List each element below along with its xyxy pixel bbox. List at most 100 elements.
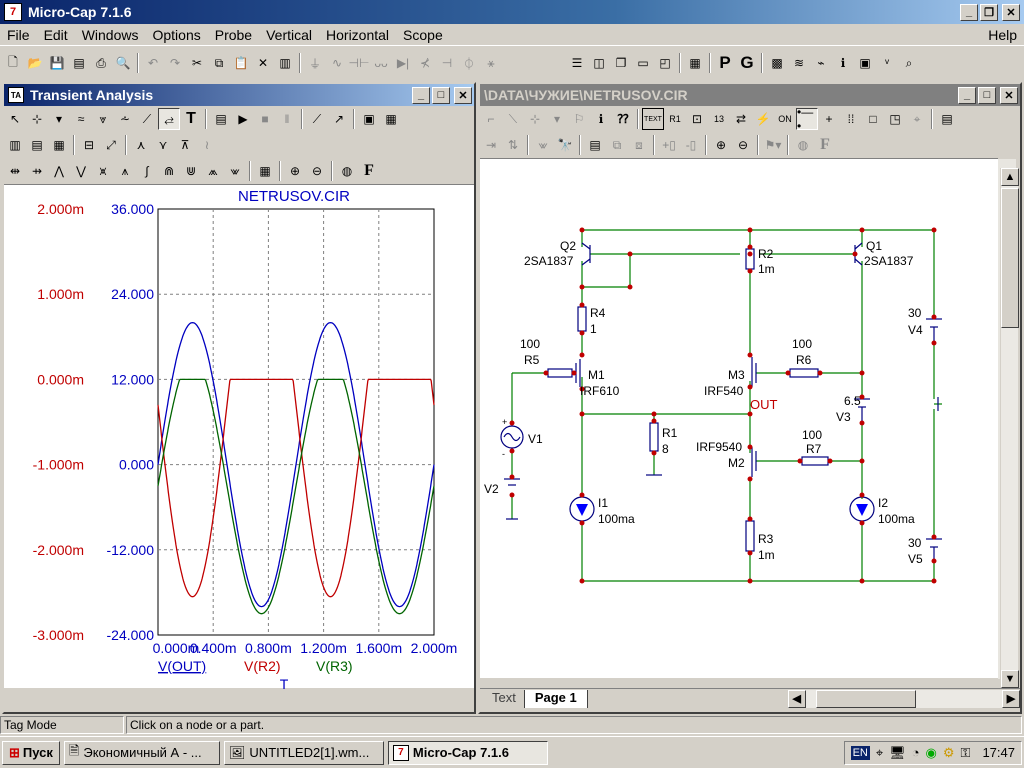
run-icon[interactable]: ▶ — [232, 108, 254, 130]
close-button[interactable]: ✕ — [1002, 3, 1020, 21]
schematic-minimize-button[interactable]: _ — [958, 86, 976, 104]
tab-text[interactable]: Text — [480, 689, 525, 708]
current-icon[interactable]: ⇄ — [730, 108, 752, 130]
menu-windows[interactable]: Windows — [75, 27, 146, 43]
inductor-icon[interactable]: ᴗᴗ — [370, 52, 392, 74]
font-icon[interactable]: F — [814, 134, 836, 156]
scroll-down-button[interactable]: ▼ — [1001, 670, 1019, 688]
speaker-icon[interactable]: ◔ — [912, 745, 920, 760]
menu-options[interactable]: Options — [145, 27, 207, 43]
peak-find-icon[interactable]: ⋀ — [48, 160, 70, 182]
window-icon[interactable]: ▭ — [632, 52, 654, 74]
node-select-icon[interactable]: ⊹ — [26, 108, 48, 130]
save-all-icon[interactable]: ▤ — [68, 52, 90, 74]
wire-mode-icon[interactable]: ⌐ — [480, 108, 502, 130]
top-icon[interactable]: ⩕ — [202, 160, 224, 182]
select-arrow-icon[interactable]: ↖ — [4, 108, 26, 130]
frame-icon[interactable]: ▣ — [358, 108, 380, 130]
capacitor-icon[interactable]: ⊣⊢ — [348, 52, 370, 74]
cascade-icon[interactable]: ❐ — [610, 52, 632, 74]
info-icon[interactable]: ℹ — [590, 108, 612, 130]
scale-auto-icon[interactable]: ⤢ — [100, 134, 122, 156]
flag-dropdown-icon[interactable]: ⚑▾ — [762, 134, 784, 156]
open-icon[interactable]: 📂 — [24, 52, 46, 74]
transient-minimize-button[interactable]: _ — [412, 86, 430, 104]
remove-page-icon[interactable]: -▯ — [680, 134, 702, 156]
undo-icon[interactable]: ↶ — [142, 52, 164, 74]
pause-icon[interactable]: ‖ — [276, 108, 298, 130]
zoom-in-icon[interactable]: ⊕ — [284, 160, 306, 182]
line-arrow-icon[interactable]: ↗ — [328, 108, 350, 130]
grid-icon[interactable]: ▩ — [766, 52, 788, 74]
on-state-icon[interactable]: ON — [774, 108, 796, 130]
zoom-in-icon[interactable]: ⊕ — [710, 134, 732, 156]
new-icon[interactable]: 🗋 — [2, 52, 24, 74]
menu-edit[interactable]: Edit — [37, 27, 75, 43]
info-icon[interactable]: ℹ — [832, 52, 854, 74]
stack-icon[interactable]: ⩪ — [114, 108, 136, 130]
cursor-left-icon[interactable]: ⇹ — [4, 160, 26, 182]
task-economic[interactable]: 🗎 Экономичный А - ... — [63, 740, 220, 765]
paste-icon[interactable]: 📋 — [230, 52, 252, 74]
rotate-icon[interactable]: ⇥ — [480, 134, 502, 156]
scroll-thumb[interactable] — [1001, 188, 1019, 328]
source-icon[interactable]: ⏀ — [458, 52, 480, 74]
tag-mode-icon[interactable]: ⥄ — [158, 108, 180, 130]
low-find-icon[interactable]: ⩚ — [114, 160, 136, 182]
find-icon[interactable]: ⌕ — [898, 52, 920, 74]
grid-lines-icon[interactable]: ▥ — [4, 134, 26, 156]
calculator-icon[interactable]: ▦ — [684, 52, 706, 74]
power-icon[interactable]: ⚡ — [752, 108, 774, 130]
transient-maximize-button[interactable]: □ — [432, 86, 450, 104]
green-app-icon[interactable]: ◉ — [926, 745, 937, 761]
flag-icon[interactable]: ⚐ — [568, 108, 590, 130]
valley-icon[interactable]: ⋎ — [152, 134, 174, 156]
scale-icon[interactable]: ≈ — [70, 108, 92, 130]
find-icon[interactable]: 🔭 — [554, 134, 576, 156]
cursor-right-icon[interactable]: ⇸ — [26, 160, 48, 182]
check-icon[interactable]: ▣ — [854, 52, 876, 74]
properties-icon[interactable]: ▤ — [936, 108, 958, 130]
task-untitled[interactable]: 🖼 UNTITLED2[1].wm... — [223, 740, 384, 765]
menu-file[interactable]: File — [0, 27, 37, 43]
cut-icon[interactable]: ✂ — [186, 52, 208, 74]
grid-rows-icon[interactable]: ▤ — [26, 134, 48, 156]
table-icon[interactable]: ▦ — [254, 160, 276, 182]
global-low-icon[interactable]: ⋓ — [180, 160, 202, 182]
save-icon[interactable]: 💾 — [46, 52, 68, 74]
g-button[interactable]: G — [736, 52, 758, 74]
minimize-button[interactable]: _ — [960, 3, 978, 21]
page-icon[interactable]: ▤ — [584, 134, 606, 156]
library-icon[interactable]: ᵛ — [876, 52, 898, 74]
grid-toggle-icon[interactable]: ▦ — [380, 108, 402, 130]
restore-button[interactable]: ❐ — [980, 3, 998, 21]
transient-close-button[interactable]: ✕ — [454, 86, 472, 104]
valley-find-icon[interactable]: ⋁ — [70, 160, 92, 182]
scroll-up-button[interactable]: ▲ — [1001, 168, 1019, 186]
monitor-icon[interactable]: 🖥 — [889, 745, 906, 761]
wire-icon[interactable]: ⚹ — [480, 52, 502, 74]
tile-horizontal-icon[interactable]: ☰ — [566, 52, 588, 74]
grid-cols-icon[interactable]: ▦ — [48, 134, 70, 156]
low-icon[interactable]: ≀ — [196, 134, 218, 156]
diode-icon[interactable]: ▶| — [392, 52, 414, 74]
global-high-icon[interactable]: ⋒ — [158, 160, 180, 182]
dots-grid-icon[interactable]: ⁞⁞ — [840, 108, 862, 130]
clear-icon[interactable]: ▥ — [274, 52, 296, 74]
high-find-icon[interactable]: ⩙ — [92, 160, 114, 182]
zoom-out-icon[interactable]: ⊖ — [732, 134, 754, 156]
scroll-right-button[interactable]: ▶ — [1002, 689, 1020, 708]
menu-help[interactable]: Help — [981, 27, 1024, 43]
line-icon[interactable]: ⟋ — [306, 108, 328, 130]
properties-icon[interactable]: ▤ — [210, 108, 232, 130]
waveform-icon[interactable]: ⩔ — [92, 108, 114, 130]
add-page-icon[interactable]: +▯ — [658, 134, 680, 156]
paste-block-icon[interactable]: ⧈ — [628, 134, 650, 156]
hscroll-thumb[interactable] — [815, 689, 916, 708]
start-button[interactable]: ⊞ Пуск — [2, 740, 60, 765]
cross-icon[interactable]: + — [818, 108, 840, 130]
color-icon[interactable]: ◍ — [336, 160, 358, 182]
network-icon[interactable]: ⌖ — [876, 745, 883, 761]
text-icon[interactable]: T — [180, 108, 202, 130]
menu-scope[interactable]: Scope — [396, 27, 450, 43]
